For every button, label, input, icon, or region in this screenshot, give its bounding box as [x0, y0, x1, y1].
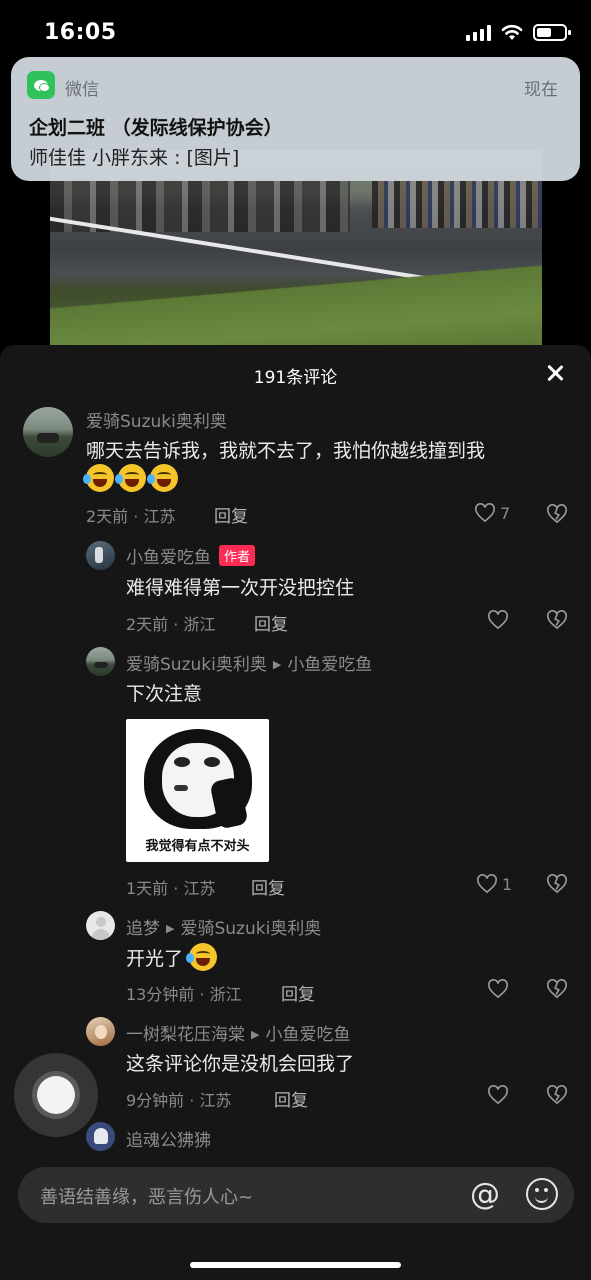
- comment-username[interactable]: 爱骑Suzuki奥利奥 ▶ 小鱼爱吃鱼: [126, 650, 372, 675]
- author-badge: 作者: [219, 545, 256, 566]
- comment-text: 开光了: [126, 943, 221, 971]
- comments-count-title: 191条评论: [253, 368, 338, 388]
- reply-arrow-icon: ▶: [251, 1028, 260, 1041]
- comment-text-content: 开光了: [126, 948, 184, 970]
- wechat-notification[interactable]: 微信 现在 企划二班 （发际线保护协会） 师佳佳 小胖东来 : [图片]: [11, 57, 580, 181]
- reply-to-username: 小鱼爱吃鱼: [265, 1025, 351, 1045]
- dislike-icon[interactable]: [546, 874, 568, 894]
- assistive-touch-button[interactable]: [14, 1053, 98, 1137]
- at-icon[interactable]: @: [468, 1178, 502, 1212]
- avatar[interactable]: [86, 1122, 115, 1151]
- notification-app-name: 微信: [65, 80, 99, 100]
- emoji-row: [83, 464, 182, 492]
- avatar[interactable]: [23, 407, 73, 457]
- video-crowd: [372, 180, 542, 228]
- comment-meta: 2天前 · 浙江: [126, 615, 216, 634]
- username-text: 追梦: [126, 919, 160, 939]
- like-button[interactable]: [487, 979, 509, 999]
- avatar[interactable]: [86, 1017, 115, 1046]
- battery-icon: [533, 24, 571, 41]
- reply-button[interactable]: 回复: [214, 502, 248, 527]
- like-button[interactable]: 7: [474, 503, 510, 523]
- panda-meme-sticker[interactable]: 我觉得有点不对头: [126, 719, 269, 862]
- username-text: 小鱼爱吃鱼: [126, 548, 211, 568]
- laugh-cry-emoji-icon: [83, 464, 114, 492]
- reply-button[interactable]: 回复: [274, 1086, 308, 1111]
- comment-meta: 2天前 · 江苏: [86, 507, 176, 526]
- comment-meta: 13分钟前 · 浙江: [126, 985, 242, 1004]
- comment-username[interactable]: 爱骑Suzuki奥利奥: [86, 407, 227, 432]
- reply-arrow-icon: ▶: [166, 922, 175, 935]
- wifi-icon: [501, 24, 523, 40]
- reply-to-username: 小鱼爱吃鱼: [287, 655, 373, 675]
- emoji-icon[interactable]: [526, 1178, 558, 1210]
- dislike-icon[interactable]: [546, 979, 568, 999]
- avatar[interactable]: [86, 541, 115, 570]
- reply-to-username: 爱骑Suzuki奥利奥: [180, 919, 322, 939]
- notification-time: 现在: [524, 80, 558, 100]
- comment-text: 这条评论你是没机会回我了: [126, 1053, 355, 1075]
- sticker-caption: 我觉得有点不对头: [145, 839, 250, 854]
- laugh-cry-emoji-icon: [115, 464, 146, 492]
- signal-icon: [466, 24, 491, 41]
- like-button[interactable]: 1: [476, 874, 512, 894]
- wechat-icon: [27, 71, 55, 99]
- comment-username[interactable]: 追梦 ▶ 爱骑Suzuki奥利奥: [126, 914, 321, 939]
- dislike-icon[interactable]: [546, 1085, 568, 1105]
- like-button[interactable]: [487, 610, 509, 630]
- laugh-cry-emoji-icon: [186, 943, 218, 971]
- comment-text: 难得难得第一次开没把控住: [126, 577, 355, 599]
- comment-input-bar[interactable]: 善语结善缘，恶言伤人心~ @: [18, 1167, 574, 1223]
- dislike-icon[interactable]: [546, 504, 568, 524]
- status-icons: [466, 24, 571, 41]
- home-indicator[interactable]: [190, 1262, 401, 1268]
- laugh-cry-emoji-icon: [147, 464, 178, 492]
- comment-username[interactable]: 追魂公狒狒: [126, 1126, 211, 1151]
- status-bar: 16:05: [0, 0, 591, 60]
- reply-button[interactable]: 回复: [254, 610, 288, 635]
- comment-username[interactable]: 一树梨花压海棠 ▶ 小鱼爱吃鱼: [126, 1020, 350, 1045]
- heart-icon: [487, 1085, 509, 1105]
- comment-text: 哪天去告诉我，我就不去了，我怕你越线撞到我: [86, 440, 486, 462]
- heart-icon: [487, 979, 509, 999]
- like-count: 7: [500, 503, 511, 523]
- reply-arrow-icon: ▶: [272, 658, 282, 671]
- avatar[interactable]: [86, 911, 115, 940]
- reply-button[interactable]: 回复: [251, 874, 285, 899]
- avatar[interactable]: [86, 647, 115, 676]
- comment-input-placeholder[interactable]: 善语结善缘，恶言伤人心~: [40, 1183, 253, 1209]
- heart-icon: [474, 503, 496, 523]
- comments-sheet: 191条评论 爱骑Suzuki奥利奥 哪天去告诉我，我就不去了，我怕你越线撞到我…: [0, 345, 591, 1280]
- username-text: 一树梨花压海棠: [126, 1025, 245, 1045]
- comment-username[interactable]: 小鱼爱吃鱼 作者: [126, 543, 256, 568]
- username-text: 爱骑Suzuki奥利奥: [126, 655, 267, 675]
- close-icon[interactable]: [543, 361, 567, 385]
- comment-text: 下次注意: [126, 683, 203, 705]
- notification-body: 师佳佳 小胖东来 : [图片]: [29, 147, 240, 169]
- like-count: 1: [502, 874, 513, 894]
- reply-button[interactable]: 回复: [281, 980, 315, 1005]
- comment-meta: 1天前 · 江苏: [126, 879, 216, 898]
- status-time: 16:05: [44, 20, 117, 45]
- dislike-icon[interactable]: [546, 610, 568, 630]
- notification-title: 企划二班 （发际线保护协会）: [29, 117, 283, 139]
- heart-icon: [487, 610, 509, 630]
- like-button[interactable]: [487, 1085, 509, 1105]
- video-grass: [50, 262, 542, 350]
- comment-meta: 9分钟前 · 江苏: [126, 1091, 232, 1110]
- heart-icon: [476, 874, 498, 894]
